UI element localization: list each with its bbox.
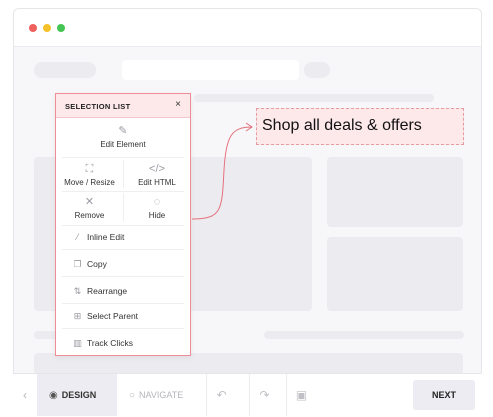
radio-selected-icon: ◉: [49, 390, 58, 401]
save-icon: ▣: [295, 388, 308, 402]
close-icon[interactable]: ×: [175, 99, 181, 111]
selection-list-panel: SELECTION LIST × ✎ Edit Element ⛶ Move /…: [55, 93, 191, 356]
move-resize-label: Move / Resize: [64, 178, 115, 187]
select-parent-button[interactable]: ⊞ Select Parent: [72, 311, 138, 322]
edit-element-label: Edit Element: [100, 140, 146, 149]
divider: [62, 191, 184, 192]
redo-button[interactable]: ↷: [249, 374, 279, 416]
remove-button[interactable]: ✕ Remove: [56, 196, 123, 220]
rearrange-label: Rearrange: [87, 286, 128, 296]
undo-button[interactable]: ↶: [206, 374, 236, 416]
redo-icon: ↷: [259, 388, 270, 402]
copy-label: Copy: [87, 259, 107, 269]
hide-button[interactable]: ◌ Hide: [124, 196, 190, 220]
design-label: DESIGN: [61, 390, 97, 400]
save-button[interactable]: ▣: [286, 374, 316, 416]
divider: [62, 303, 184, 304]
divider: [62, 276, 184, 277]
back-button[interactable]: ‹: [13, 374, 37, 416]
navigate-tab[interactable]: ○ NAVIGATE: [117, 374, 205, 416]
move-resize-button[interactable]: ⛶ Move / Resize: [56, 163, 123, 187]
divider: [62, 328, 184, 329]
bottom-toolbar: ‹ ◉ DESIGN ○ NAVIGATE ↶ ↷ ▣ NEXT: [13, 373, 482, 416]
pencil-square-icon: ✎: [118, 125, 128, 137]
panel-title: SELECTION LIST: [65, 102, 131, 111]
track-clicks-label: Track Clicks: [87, 338, 133, 348]
callout-text: Shop all deals & offers: [262, 117, 422, 134]
radio-empty-icon: ○: [129, 390, 136, 401]
remove-label: Remove: [74, 211, 105, 220]
rearrange-icon: ⇅: [73, 286, 82, 296]
edit-html-button[interactable]: </> Edit HTML: [124, 163, 190, 187]
divider: [62, 157, 184, 158]
next-button[interactable]: NEXT: [413, 380, 475, 410]
chevron-left-icon: ‹: [23, 388, 27, 402]
x-icon: ✕: [84, 196, 95, 208]
undo-icon: ↶: [216, 388, 227, 402]
trash-icon: ▥: [73, 338, 82, 348]
copy-icon: ❐: [73, 259, 82, 269]
hide-label: Hide: [148, 211, 166, 220]
navigate-label: NAVIGATE: [139, 390, 184, 400]
hierarchy-icon: ⊞: [73, 311, 82, 321]
select-parent-label: Select Parent: [87, 311, 139, 321]
divider: [62, 225, 184, 226]
eye-off-icon: ◌: [153, 196, 161, 208]
code-icon: </>: [149, 163, 165, 175]
copy-button[interactable]: ❐ Copy: [72, 259, 107, 270]
inline-edit-button[interactable]: ⁄ Inline Edit: [72, 232, 125, 242]
edit-html-label: Edit HTML: [138, 178, 176, 187]
selected-element-callout: Shop all deals & offers: [256, 108, 464, 145]
design-tab[interactable]: ◉ DESIGN: [37, 374, 117, 416]
pen-icon: ⁄: [76, 232, 79, 242]
track-clicks-button[interactable]: ▥ Track Clicks: [72, 338, 133, 349]
inline-edit-label: Inline Edit: [87, 232, 125, 242]
rearrange-button[interactable]: ⇅ Rearrange: [72, 286, 127, 297]
next-label: NEXT: [431, 390, 456, 400]
move-resize-icon: ⛶: [85, 163, 94, 175]
edit-element-button[interactable]: ✎ Edit Element: [56, 125, 190, 149]
divider: [62, 249, 184, 250]
panel-header: SELECTION LIST ×: [56, 94, 190, 118]
